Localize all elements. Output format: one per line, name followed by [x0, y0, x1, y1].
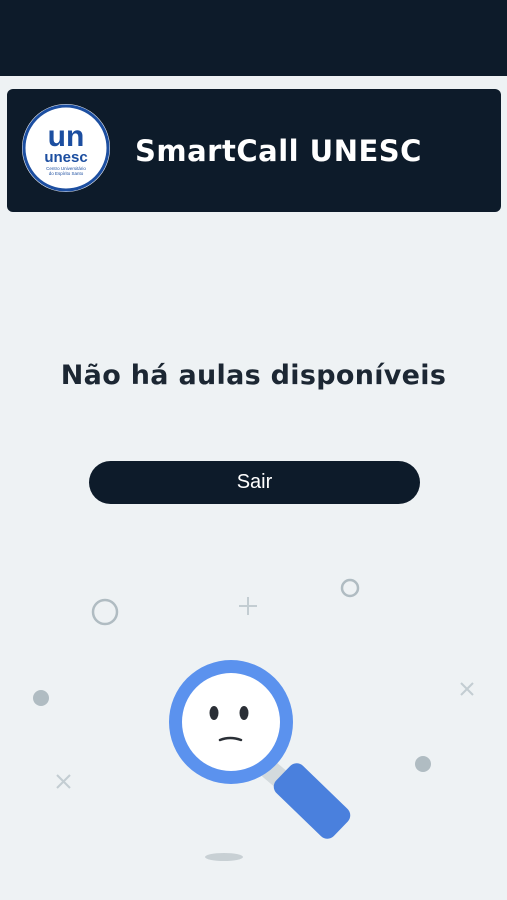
svg-text:do Espírito Santo: do Espírito Santo [49, 171, 84, 176]
app-header: un unesc Centro Universitário do Espírit… [7, 89, 501, 212]
exit-button[interactable]: Sair [89, 461, 420, 504]
decor-dot [33, 690, 49, 706]
decor-circle [340, 578, 360, 598]
decor-dot [415, 756, 431, 772]
decor-circle [91, 598, 119, 626]
sad-magnifying-glass-icon [169, 660, 351, 839]
status-bar [0, 0, 507, 76]
empty-state-illustration [0, 560, 507, 880]
empty-state-message: Não há aulas disponíveis [60, 360, 447, 391]
svg-text:unesc: unesc [44, 149, 87, 166]
unesc-logo: un unesc Centro Universitário do Espírit… [22, 104, 110, 192]
app-title: SmartCall UNESC [135, 133, 422, 168]
decor-plus [239, 597, 257, 615]
decor-cross [460, 682, 474, 696]
decor-cross [56, 774, 71, 789]
shadow [205, 853, 243, 861]
